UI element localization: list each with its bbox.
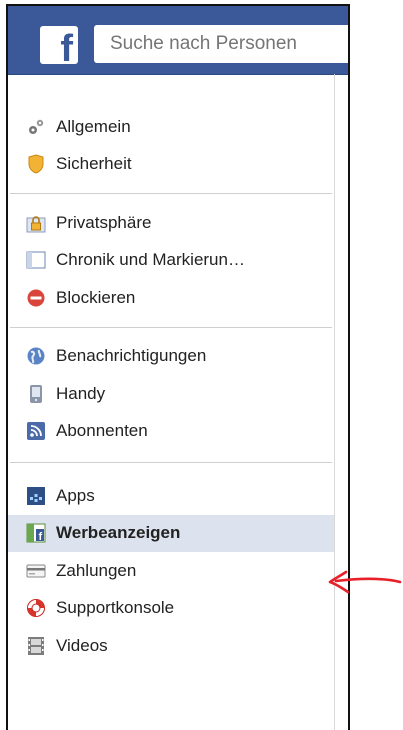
sidebar-item-chronik[interactable]: Chronik und Markierun… <box>8 242 334 280</box>
ads-icon: f <box>26 523 46 543</box>
content-divider <box>334 74 335 730</box>
sidebar-item-privatsphaere[interactable]: Privatsphäre <box>8 204 334 242</box>
settings-sidebar: Allgemein Sicherheit Privatsphäre Chroni… <box>8 108 334 665</box>
divider <box>10 193 332 194</box>
facebook-logo-icon[interactable]: f <box>40 26 78 68</box>
sidebar-item-label: Handy <box>56 383 106 403</box>
sidebar-item-label: Werbeanzeigen <box>56 523 181 543</box>
sidebar-item-label: Blockieren <box>56 287 136 307</box>
timeline-icon <box>26 250 46 270</box>
sidebar-item-label: Privatsphäre <box>56 212 152 232</box>
sidebar-item-label: Benachrichtigungen <box>56 346 207 366</box>
search-input[interactable] <box>94 25 348 63</box>
settings-group-notifications: Benachrichtigungen Handy Abonnenten <box>8 338 334 451</box>
sidebar-item-blockieren[interactable]: Blockieren <box>8 279 334 317</box>
sidebar-item-supportkonsole[interactable]: Supportkonsole <box>8 590 334 628</box>
sidebar-item-label: Videos <box>56 635 108 655</box>
rss-icon <box>26 421 46 441</box>
lifebuoy-icon <box>26 598 46 618</box>
sidebar-item-label: Supportkonsole <box>56 598 175 618</box>
settings-group-apps: Apps f Werbeanzeigen Zahlungen Supportko… <box>8 477 334 665</box>
annotation-arrow-icon <box>328 570 402 594</box>
sidebar-item-label: Allgemein <box>56 116 131 136</box>
sidebar-item-label: Sicherheit <box>56 154 132 174</box>
sidebar-item-apps[interactable]: Apps <box>8 477 334 515</box>
svg-text:f: f <box>39 531 43 543</box>
sidebar-item-label: Abonnenten <box>56 421 148 441</box>
lock-icon <box>26 213 46 233</box>
divider <box>10 462 332 463</box>
sidebar-item-abonnenten[interactable]: Abonnenten <box>8 413 334 451</box>
settings-group-privacy: Privatsphäre Chronik und Markierun… Bloc… <box>8 204 334 317</box>
film-icon <box>26 636 46 656</box>
sidebar-item-zahlungen[interactable]: Zahlungen <box>8 552 334 590</box>
card-icon <box>26 561 46 581</box>
top-bar: f <box>8 6 348 75</box>
sidebar-item-werbeanzeigen[interactable]: f Werbeanzeigen <box>8 514 334 552</box>
globe-icon <box>26 346 46 366</box>
settings-group-general: Allgemein Sicherheit <box>8 108 334 183</box>
sidebar-item-allgemein[interactable]: Allgemein <box>8 108 334 146</box>
shield-icon <box>26 154 46 174</box>
sidebar-item-label: Chronik und Markierun… <box>56 250 245 270</box>
sidebar-item-label: Apps <box>56 485 95 505</box>
sidebar-item-benachrichtigungen[interactable]: Benachrichtigungen <box>8 338 334 376</box>
sidebar-item-handy[interactable]: Handy <box>8 375 334 413</box>
gears-icon <box>26 117 46 137</box>
facebook-settings-window: f Allgemein Sicherh <box>6 4 350 730</box>
sidebar-item-label: Zahlungen <box>56 560 137 580</box>
block-icon <box>26 288 46 308</box>
sidebar-item-videos[interactable]: Videos <box>8 627 334 665</box>
divider <box>10 326 332 328</box>
sidebar-item-sicherheit[interactable]: Sicherheit <box>8 146 334 184</box>
phone-icon <box>26 384 46 404</box>
apps-icon <box>26 486 46 506</box>
